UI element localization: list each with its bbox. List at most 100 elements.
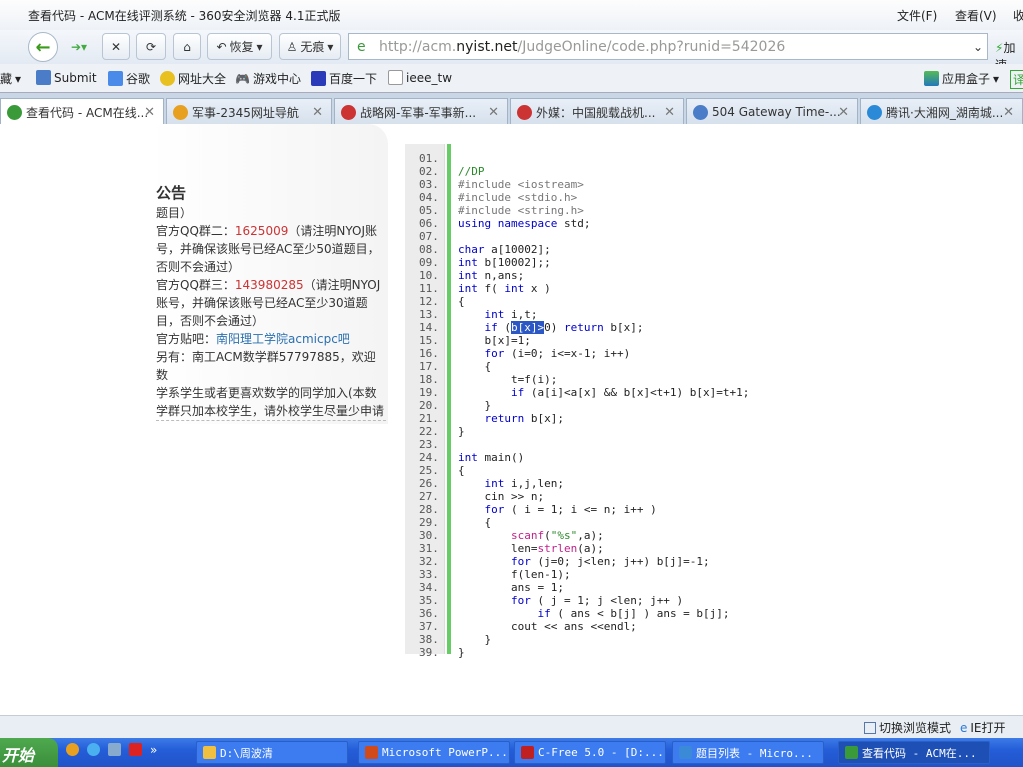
menu-favorites[interactable]: 收 [1013,7,1023,24]
private-mode-button[interactable]: ♙ 无痕 ▾ [279,33,341,60]
code-line: if (b[x]>0) return b[x]; [484,321,644,334]
bookmark-hao[interactable]: 网址大全 [160,70,226,87]
notice-line: 否则不会通过） [156,258,386,276]
line-number: 08. [419,243,439,256]
taskbar-item[interactable]: C-Free 5.0 - [D:... [514,741,666,764]
line-number: 01. [419,152,439,165]
notice-line: 学系学生或者更喜欢数学的同学加入(本数 [156,384,386,402]
more-icon[interactable]: » [150,743,157,757]
notice-line: 账号，并确保该账号已经AC至少30道题 [156,294,386,312]
line-number: 03. [419,178,439,191]
favorites-menu[interactable]: 藏 ▾ [0,70,21,87]
app-icon[interactable] [129,743,142,756]
line-number: 13. [419,308,439,321]
restore-button[interactable]: ↶ 恢复 ▾ [207,33,272,60]
bookmark-baidu[interactable]: 百度一下 [311,70,377,87]
refresh-button[interactable]: ⟳ [136,33,166,60]
code-line: cout << ans <<endl; [458,620,637,633]
taskbar-item[interactable]: 题目列表 - Micro... [672,741,824,764]
bookmark-google[interactable]: 谷歌 [108,70,150,87]
code-viewer: 01. 02. //DP 03. #include <iostream> 04. #incl… [405,144,1023,659]
line-number: 16. [419,347,439,360]
bookmark-submit[interactable]: Submit [36,70,97,85]
line-number: 23. [419,438,439,451]
address-bar[interactable]: e http://acm. nyist.net/JudgeOnline/code.… [348,33,988,60]
browser-icon[interactable] [108,743,121,756]
back-button[interactable]: ← [28,32,58,62]
code-line: f(len-1); [458,568,571,581]
cube-icon [924,71,939,86]
tab-4[interactable]: 外媒：中国舰载战机... ✕ [510,98,684,125]
messenger-icon[interactable] [66,743,79,756]
switch-mode-button[interactable]: 切换浏览模式 [864,719,951,736]
document-icon [388,70,403,85]
notice-line: 官方QQ群三：143980285（请注明NYOJ [156,276,386,294]
home-button[interactable]: ⌂ [173,33,201,60]
line-number: 27. [419,490,439,503]
close-tab-icon[interactable]: ✕ [144,105,155,120]
taskbar-item[interactable]: 查看代码 - ACM在... [838,741,990,764]
bookmark-games[interactable]: 🎮 游戏中心 [235,70,301,87]
translate-button[interactable]: 译 [1010,70,1023,89]
line-number: 21. [419,412,439,425]
close-tab-icon[interactable]: ✕ [1003,105,1014,120]
tab-6[interactable]: 腾讯·大湘网_湖南城... ✕ [860,98,1023,125]
close-tab-icon[interactable]: ✕ [488,105,499,120]
tab-1[interactable]: 查看代码 - ACM在线... ✕ [0,98,164,125]
line-number: 25. [419,464,439,477]
notice-text-part: 学群只加本校学生，请外校学生尽量少申请 [156,404,385,418]
code-line: { [458,360,492,373]
bookmarks-bar: 藏 ▾ Submit 谷歌 网址大全 🎮 游戏中心 百度一下 ieee_tw 应用… [0,64,1023,92]
address-dropdown[interactable]: ⌄ [968,33,988,60]
refresh-icon: ⟳ [145,39,157,54]
bookmark-ieee[interactable]: ieee_tw [388,70,452,85]
code-line: { [458,516,492,529]
app-box-label: 应用盒子 [942,72,991,86]
close-tab-icon[interactable]: ✕ [312,105,323,120]
window-icon [365,746,378,759]
tab-2[interactable]: 军事-2345网址导航 ✕ [166,98,332,125]
close-tab-icon[interactable]: ✕ [838,105,849,120]
qq-group-number: 1625009 [234,224,289,238]
code-line: int i,j,len; [484,477,564,490]
url-path: /JudgeOnline/code.php?runid=542026 [517,38,786,55]
tab-5[interactable]: 504 Gateway Time-... ✕ [686,98,858,125]
forward-button[interactable]: ➔▾ [62,33,96,60]
line-number: 26. [419,477,439,490]
code-line: using namespace std; [458,217,591,230]
taskbar-item[interactable]: D:\周波清 [196,741,348,764]
code-line: } [458,633,492,646]
notice-line: 另有：南工ACM数学群57797885，欢迎数 [156,348,386,384]
line-number: 24. [419,451,439,464]
ie-open-button[interactable]: e IE打开 [960,719,1006,736]
notice-text: 题目） 官方QQ群二：1625009（请注明NYOJ账 号，并确保该账号已经AC至少… [156,204,386,420]
close-tab-icon[interactable]: ✕ [664,105,675,120]
tab-3[interactable]: 战略网-军事-军事新... ✕ [334,98,508,125]
tieba-link[interactable]: 南阳理工学院acmicpc吧 [216,332,350,346]
undo-icon: ↶ [216,39,227,54]
code-line: len=strlen(a); [458,542,604,555]
code-line: scanf("%s",a); [510,529,604,542]
switch-mode-label: 切换浏览模式 [879,721,952,735]
start-button[interactable]: 开始 [0,738,58,767]
window-icon [521,746,534,759]
ie-icon[interactable] [87,743,100,756]
taskbar-item[interactable]: Microsoft PowerP... [358,741,510,764]
code-line: } [458,425,465,438]
notice-text-part: 号，并确保该账号已经AC至少50道题目， [156,242,380,256]
app-box-button[interactable]: 应用盒子 ▾ [924,70,999,87]
broom-icon: ♙ [286,39,298,54]
line-number: 35. [419,594,439,607]
quick-launch: » [66,743,157,757]
tab-label: 查看代码 - ACM在线... [26,105,149,120]
code-line: if (a[i]<a[x] && b[x]<t+1) b[x]=t+1; [510,386,750,399]
line-number: 28. [419,503,439,516]
stop-button[interactable]: ✕ [102,33,130,60]
chinaiiss-icon [341,104,356,120]
taskbar-item-label: C-Free 5.0 - [D:... [538,746,664,759]
translate-label: 译 [1013,73,1023,87]
menu-view[interactable]: 查看(V) [955,7,997,24]
notice-line: 目，否则不会通过） [156,312,386,330]
menu-file[interactable]: 文件(F) [897,7,937,24]
ie-icon [7,104,22,120]
